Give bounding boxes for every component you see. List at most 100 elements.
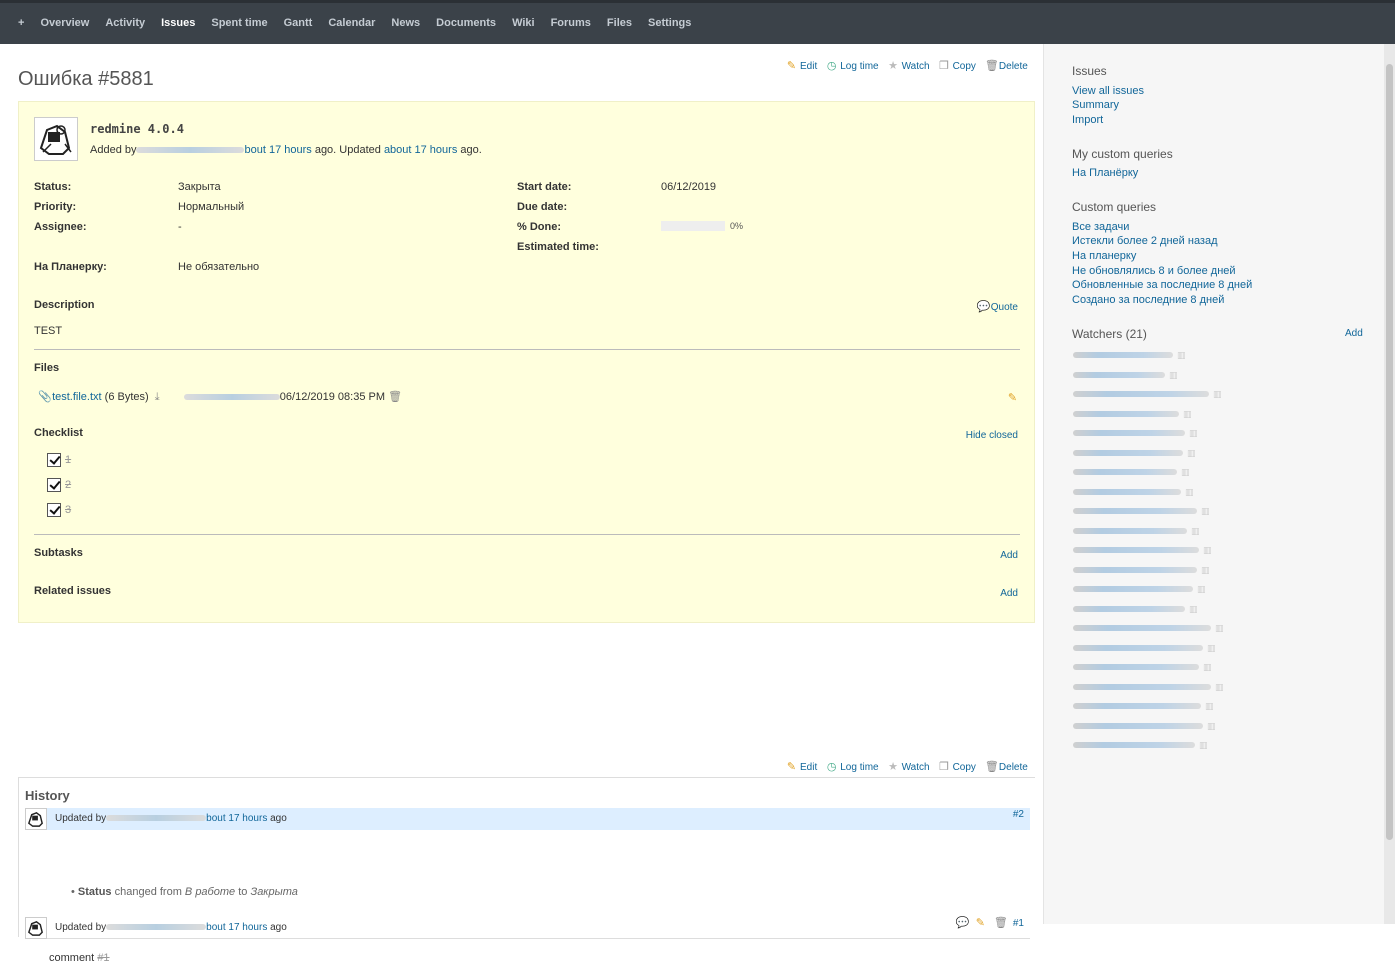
tab-overview[interactable]: Overview (32, 17, 97, 29)
tab-new-item[interactable]: + (10, 17, 32, 29)
watcher-name-redacted[interactable] (1073, 664, 1199, 670)
journal-number-link[interactable]: #2 (1013, 809, 1024, 820)
watcher-name-redacted[interactable] (1073, 488, 1181, 495)
sidebar-query-link[interactable]: Создано за последние 8 дней (1072, 294, 1224, 306)
watcher-name-redacted[interactable] (1073, 703, 1201, 709)
delete-link[interactable]: 🗑 Delete (985, 61, 1028, 73)
issue-ref-link[interactable]: #1 (97, 952, 109, 964)
added-time-link[interactable]: bout 17 hours (244, 144, 311, 156)
sidebar-link-view-all[interactable]: View all issues (1072, 85, 1144, 97)
watcher-name-redacted[interactable] (1073, 391, 1209, 397)
watcher-name-redacted[interactable] (1073, 683, 1211, 690)
watcher-name-redacted[interactable] (1073, 605, 1185, 612)
tab-calendar[interactable]: Calendar (320, 17, 383, 29)
journal-author-redacted[interactable] (106, 924, 207, 931)
remove-watcher-icon[interactable]: ▥ (1215, 623, 1224, 633)
copy-link[interactable]: ❐ Copy (939, 762, 976, 774)
remove-watcher-icon[interactable]: ▥ (1189, 428, 1198, 438)
journal-time-link[interactable]: bout 17 hours (206, 813, 267, 824)
watcher-name-redacted[interactable] (1073, 742, 1195, 748)
tab-spent-time[interactable]: Spent time (203, 17, 275, 29)
remove-watcher-icon[interactable]: ▥ (1215, 682, 1224, 692)
edit-link[interactable]: ✎ Edit (786, 61, 817, 73)
sidebar-link-import[interactable]: Import (1072, 114, 1103, 126)
watcher-name-redacted[interactable] (1073, 449, 1183, 456)
sidebar: Issues View all issues Summary Import My… (1043, 44, 1384, 924)
remove-watcher-icon[interactable]: ▥ (1183, 409, 1192, 419)
watcher-name-redacted[interactable] (1073, 527, 1187, 534)
edit-attachments-icon[interactable]: ✎ (1007, 393, 1018, 404)
attachment-delete-icon[interactable]: 🗑 (388, 392, 402, 403)
download-icon[interactable]: ⤓ (152, 392, 163, 403)
updated-time-link[interactable]: about 17 hours (384, 144, 457, 156)
copy-link[interactable]: ❐ Copy (939, 61, 976, 73)
history-title: History (25, 788, 70, 803)
watcher-name-redacted[interactable] (1073, 547, 1199, 553)
remove-watcher-icon[interactable]: ▥ (1201, 506, 1210, 516)
watcher-name-redacted[interactable] (1073, 469, 1177, 475)
add-watcher-link[interactable]: Add (1345, 328, 1363, 339)
sidebar-query-link[interactable]: Все задачи (1072, 221, 1129, 233)
checklist-checkbox[interactable] (47, 453, 61, 467)
hide-closed-link[interactable]: Hide closed (966, 430, 1018, 441)
remove-watcher-icon[interactable]: ▥ (1197, 584, 1206, 594)
tab-files[interactable]: Files (599, 17, 640, 29)
scrollbar-thumb[interactable] (1386, 64, 1393, 840)
remove-watcher-icon[interactable]: ▥ (1207, 721, 1216, 731)
watch-link[interactable]: ★ Watch (888, 61, 929, 73)
remove-watcher-icon[interactable]: ▥ (1207, 643, 1216, 653)
remove-watcher-icon[interactable]: ▥ (1181, 467, 1190, 477)
tab-activity[interactable]: Activity (97, 17, 153, 29)
remove-watcher-icon[interactable]: ▥ (1199, 740, 1208, 750)
checklist-checkbox[interactable] (47, 503, 61, 517)
watcher-name-redacted[interactable] (1073, 508, 1197, 514)
journal-author-redacted[interactable] (106, 815, 207, 822)
edit-link[interactable]: ✎ Edit (786, 762, 817, 774)
page-scrollbar[interactable] (1384, 44, 1395, 924)
log-time-link[interactable]: ◷ Log time (826, 61, 879, 73)
author-name-redacted[interactable] (136, 147, 245, 154)
watcher-name-redacted[interactable] (1073, 430, 1185, 436)
quote-link[interactable]: 💬 Quote (977, 302, 1018, 314)
tab-news[interactable]: News (383, 17, 428, 29)
tab-wiki[interactable]: Wiki (504, 17, 543, 29)
remove-watcher-icon[interactable]: ▥ (1201, 565, 1210, 575)
remove-watcher-icon[interactable]: ▥ (1203, 662, 1212, 672)
tab-settings[interactable]: Settings (640, 17, 699, 29)
remove-watcher-icon[interactable]: ▥ (1177, 350, 1186, 360)
checklist-checkbox[interactable] (47, 478, 61, 492)
sidebar-query-link[interactable]: Обновленные за последние 8 дней (1072, 279, 1252, 291)
tab-issues[interactable]: Issues (153, 17, 203, 29)
watcher-name-redacted[interactable] (1073, 625, 1211, 631)
watcher-name-redacted[interactable] (1073, 371, 1165, 378)
log-time-link[interactable]: ◷ Log time (826, 762, 879, 774)
watcher-name-redacted[interactable] (1073, 566, 1197, 573)
watcher-name-redacted[interactable] (1073, 644, 1203, 651)
add-related-link[interactable]: Add (1000, 588, 1018, 599)
remove-watcher-icon[interactable]: ▥ (1187, 448, 1196, 458)
watch-link[interactable]: ★ Watch (888, 762, 929, 774)
sidebar-link-summary[interactable]: Summary (1072, 99, 1119, 111)
sidebar-query-link[interactable]: На планерку (1072, 250, 1136, 262)
sidebar-query-link[interactable]: Истекли более 2 дней назад (1072, 235, 1218, 247)
sidebar-query-link[interactable]: На Планёрку (1072, 167, 1138, 179)
watcher-name-redacted[interactable] (1073, 352, 1173, 358)
remove-watcher-icon[interactable]: ▥ (1185, 487, 1194, 497)
attachment-link[interactable]: test.file.txt (52, 391, 102, 403)
remove-watcher-icon[interactable]: ▥ (1213, 389, 1222, 399)
tab-gantt[interactable]: Gantt (276, 17, 321, 29)
delete-link[interactable]: 🗑 Delete (985, 762, 1028, 774)
tab-forums[interactable]: Forums (543, 17, 599, 29)
add-subtask-link[interactable]: Add (1000, 550, 1018, 561)
sidebar-query-link[interactable]: Не обновлялись 8 и более дней (1072, 265, 1236, 277)
watcher-name-redacted[interactable] (1073, 410, 1179, 417)
watcher-name-redacted[interactable] (1073, 586, 1193, 592)
description-title: Description (34, 299, 95, 311)
remove-watcher-icon[interactable]: ▥ (1169, 370, 1178, 380)
tab-documents[interactable]: Documents (428, 17, 504, 29)
watcher-name-redacted[interactable] (1073, 722, 1203, 729)
remove-watcher-icon[interactable]: ▥ (1191, 526, 1200, 536)
remove-watcher-icon[interactable]: ▥ (1189, 604, 1198, 614)
remove-watcher-icon[interactable]: ▥ (1203, 545, 1212, 555)
remove-watcher-icon[interactable]: ▥ (1205, 701, 1214, 711)
